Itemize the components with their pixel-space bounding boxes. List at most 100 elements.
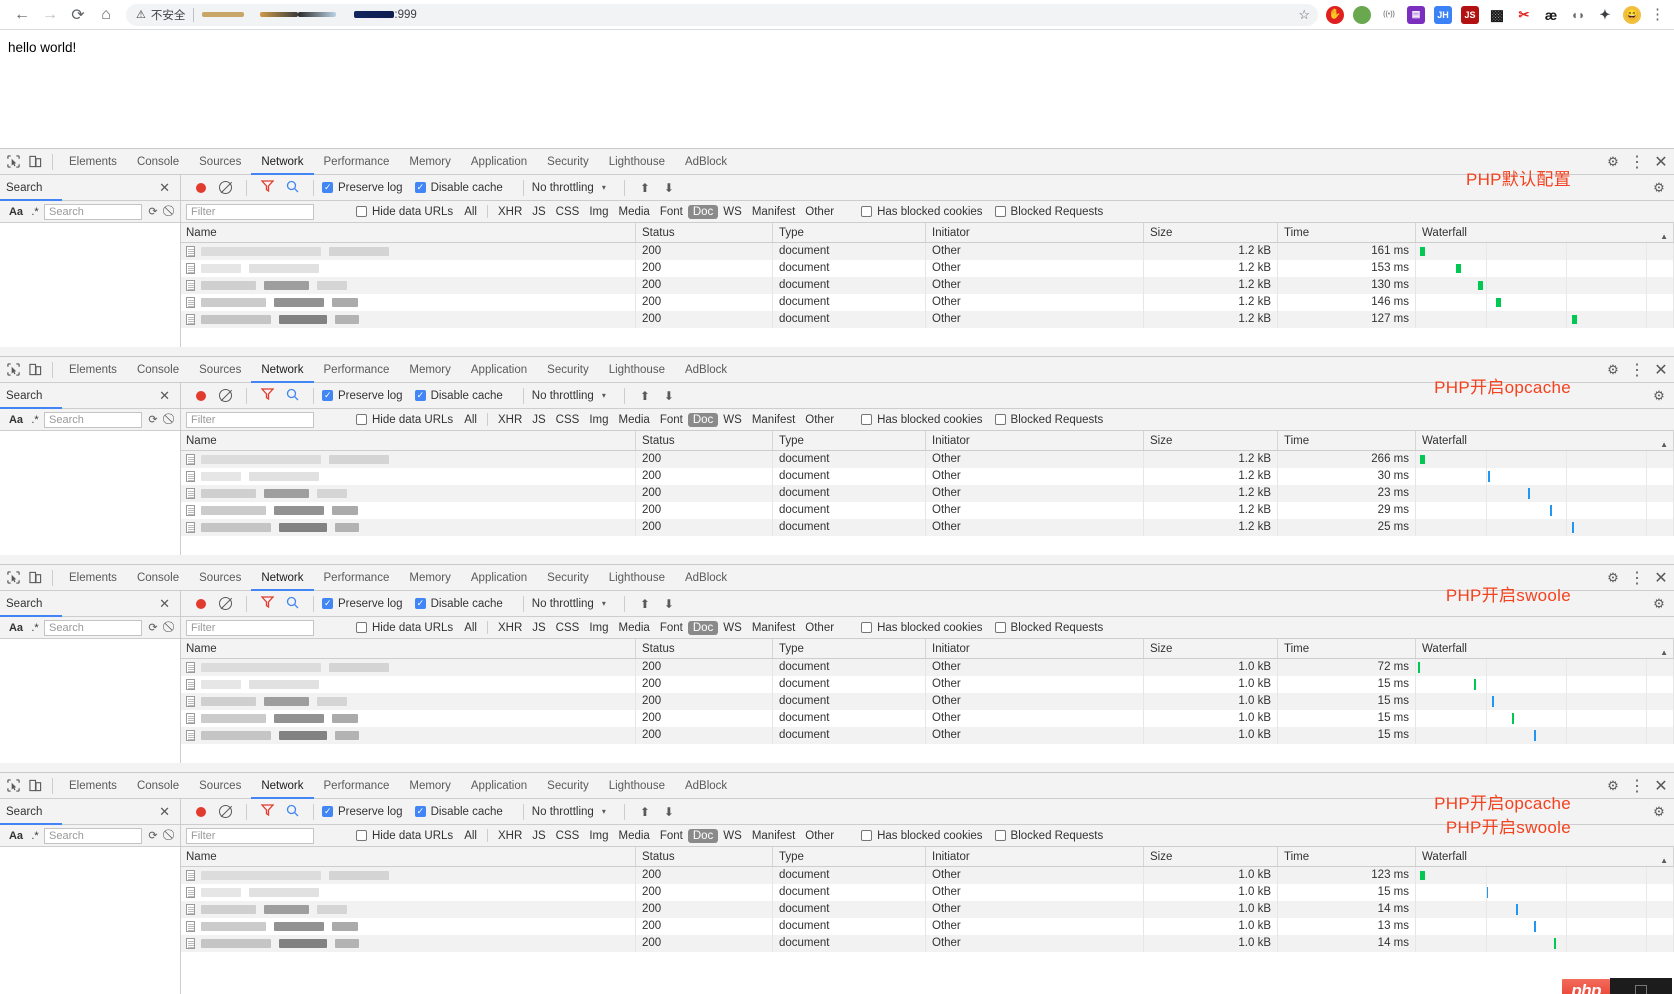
home-button[interactable]: ⌂ <box>92 1 120 29</box>
filter-type-font[interactable]: Font <box>655 830 688 842</box>
filter-type-manifest[interactable]: Manifest <box>747 206 800 218</box>
filter-type-ws[interactable]: WS <box>718 414 747 426</box>
devtools-close-icon[interactable]: ✕ <box>1650 359 1672 381</box>
table-row[interactable]: 200 document Other 1.2 kB 30 ms <box>181 468 1674 485</box>
column-header-time[interactable]: Time <box>1278 431 1416 450</box>
devtools-tab-console[interactable]: Console <box>127 357 189 383</box>
filter-type-css[interactable]: CSS <box>551 622 585 634</box>
search-input[interactable]: Search <box>44 619 142 636</box>
disable-cache-checkbox-box[interactable] <box>414 389 426 402</box>
filter-funnel-icon[interactable] <box>260 596 275 611</box>
address-bar[interactable]: ⚠ 不安全 :999 ☆ <box>126 3 1318 26</box>
record-button[interactable] <box>196 390 206 401</box>
column-header-name[interactable]: Name <box>181 639 636 658</box>
table-row[interactable]: 200 document Other 1.0 kB 15 ms <box>181 884 1674 901</box>
blocked-requests-checkbox-box[interactable] <box>994 206 1006 217</box>
filter-type-img[interactable]: Img <box>584 206 613 218</box>
forward-button[interactable]: → <box>36 1 64 29</box>
hide-data-urls-checkbox-box[interactable] <box>356 622 367 633</box>
table-row[interactable]: 200 document Other 1.2 kB 266 ms <box>181 451 1674 468</box>
filter-funnel-icon[interactable] <box>260 388 275 403</box>
star-icon[interactable]: ☆ <box>1298 7 1310 23</box>
filter-type-media[interactable]: Media <box>614 622 655 634</box>
disable-cache-checkbox-box[interactable] <box>414 805 426 818</box>
devtools-settings-gear-icon[interactable]: ⚙ <box>1602 359 1624 381</box>
hide-data-urls-checkbox[interactable]: Hide data URLs <box>356 830 459 842</box>
filter-type-media[interactable]: Media <box>614 206 655 218</box>
chevron-down-icon[interactable]: ▾ <box>602 391 606 400</box>
purple-extension-icon[interactable]: ▤ <box>1407 5 1425 24</box>
devtools-close-icon[interactable]: ✕ <box>1650 775 1672 797</box>
devtools-tab-performance[interactable]: Performance <box>314 773 400 799</box>
blocked-requests-checkbox-box[interactable] <box>994 830 1006 841</box>
record-button[interactable] <box>196 598 206 609</box>
table-row[interactable]: 200 document Other 1.2 kB 161 ms <box>181 243 1674 260</box>
devtools-tab-adblock[interactable]: AdBlock <box>675 773 737 799</box>
column-header-time[interactable]: Time <box>1278 223 1416 242</box>
hide-data-urls-checkbox-box[interactable] <box>356 414 367 425</box>
table-row[interactable]: 200 document Other 1.0 kB 14 ms <box>181 935 1674 952</box>
column-header-type[interactable]: Type <box>773 431 926 450</box>
preserve-log-checkbox[interactable]: Preserve log <box>322 805 415 818</box>
has-blocked-cookies-checkbox[interactable]: Has blocked cookies <box>861 206 994 218</box>
has-blocked-cookies-checkbox-box[interactable] <box>861 622 873 633</box>
filter-type-all[interactable]: All <box>459 206 482 218</box>
js-extension-icon[interactable]: JS <box>1461 5 1479 24</box>
column-header-name[interactable]: Name <box>181 431 636 450</box>
filter-type-other[interactable]: Other <box>800 206 839 218</box>
blocked-requests-checkbox[interactable]: Blocked Requests <box>994 830 1116 842</box>
search-refresh-icon[interactable]: ⟳ <box>144 621 162 634</box>
import-har-icon[interactable]: ⬆ <box>640 389 650 403</box>
devtools-tab-security[interactable]: Security <box>537 565 599 591</box>
ae-extension-icon[interactable]: æ <box>1542 6 1560 24</box>
filter-type-all[interactable]: All <box>459 622 482 634</box>
devtools-tab-lighthouse[interactable]: Lighthouse <box>599 565 675 591</box>
devtools-tab-adblock[interactable]: AdBlock <box>675 149 737 175</box>
filter-type-js[interactable]: JS <box>527 206 550 218</box>
import-har-icon[interactable]: ⬆ <box>640 597 650 611</box>
export-har-icon[interactable]: ⬇ <box>664 805 674 819</box>
table-row[interactable]: 200 document Other 1.2 kB 146 ms <box>181 294 1674 311</box>
match-case-toggle[interactable]: Aa <box>6 622 26 634</box>
clear-button[interactable] <box>219 389 232 402</box>
hide-data-urls-checkbox[interactable]: Hide data URLs <box>356 206 459 218</box>
blocked-requests-checkbox-box[interactable] <box>994 622 1006 633</box>
filter-type-manifest[interactable]: Manifest <box>747 414 800 426</box>
table-row[interactable]: 200 document Other 1.0 kB 123 ms <box>181 867 1674 884</box>
qrcode-extension-icon[interactable]: ▩ <box>1488 6 1506 24</box>
column-header-size[interactable]: Size <box>1144 431 1278 450</box>
match-case-toggle[interactable]: Aa <box>6 206 26 218</box>
request-filter-input[interactable]: Filter <box>186 203 314 220</box>
table-row[interactable]: 200 document Other 1.0 kB 15 ms <box>181 727 1674 744</box>
devtools-close-icon[interactable]: ✕ <box>1650 567 1672 589</box>
devtools-close-icon[interactable]: ✕ <box>1650 151 1672 173</box>
throttling-select[interactable]: No throttling <box>532 598 594 610</box>
match-case-toggle[interactable]: Aa <box>6 830 26 842</box>
filter-type-doc[interactable]: Doc <box>687 620 719 635</box>
search-pane-close-icon[interactable]: ✕ <box>159 180 170 196</box>
column-header-status[interactable]: Status <box>636 431 773 450</box>
devtools-more-icon[interactable]: ⋮ <box>1626 151 1648 173</box>
filter-type-doc[interactable]: Doc <box>687 204 719 219</box>
regex-toggle[interactable]: .* <box>26 830 44 842</box>
devtools-settings-gear-icon[interactable]: ⚙ <box>1602 151 1624 173</box>
devtools-tab-elements[interactable]: Elements <box>59 565 127 591</box>
chevron-down-icon[interactable]: ▾ <box>602 599 606 608</box>
search-refresh-icon[interactable]: ⟳ <box>144 205 162 218</box>
filter-type-doc[interactable]: Doc <box>687 828 719 843</box>
sort-caret-icon[interactable]: ▲ <box>1660 435 1668 450</box>
devtools-tab-application[interactable]: Application <box>461 565 537 591</box>
filter-type-css[interactable]: CSS <box>551 830 585 842</box>
search-clear-icon[interactable]: ⃠ <box>162 621 180 634</box>
network-settings-gear-icon[interactable]: ⚙ <box>1648 593 1670 615</box>
record-button[interactable] <box>196 806 206 817</box>
clear-button[interactable] <box>219 805 232 818</box>
search-refresh-icon[interactable]: ⟳ <box>144 413 162 426</box>
device-toolbar-icon[interactable] <box>24 359 46 381</box>
devtools-tab-memory[interactable]: Memory <box>399 357 461 383</box>
search-clear-icon[interactable]: ⃠ <box>162 829 180 842</box>
table-row[interactable]: 200 document Other 1.0 kB 72 ms <box>181 659 1674 676</box>
network-settings-gear-icon[interactable]: ⚙ <box>1648 801 1670 823</box>
devtools-tab-performance[interactable]: Performance <box>314 357 400 383</box>
column-header-size[interactable]: Size <box>1144 847 1278 866</box>
